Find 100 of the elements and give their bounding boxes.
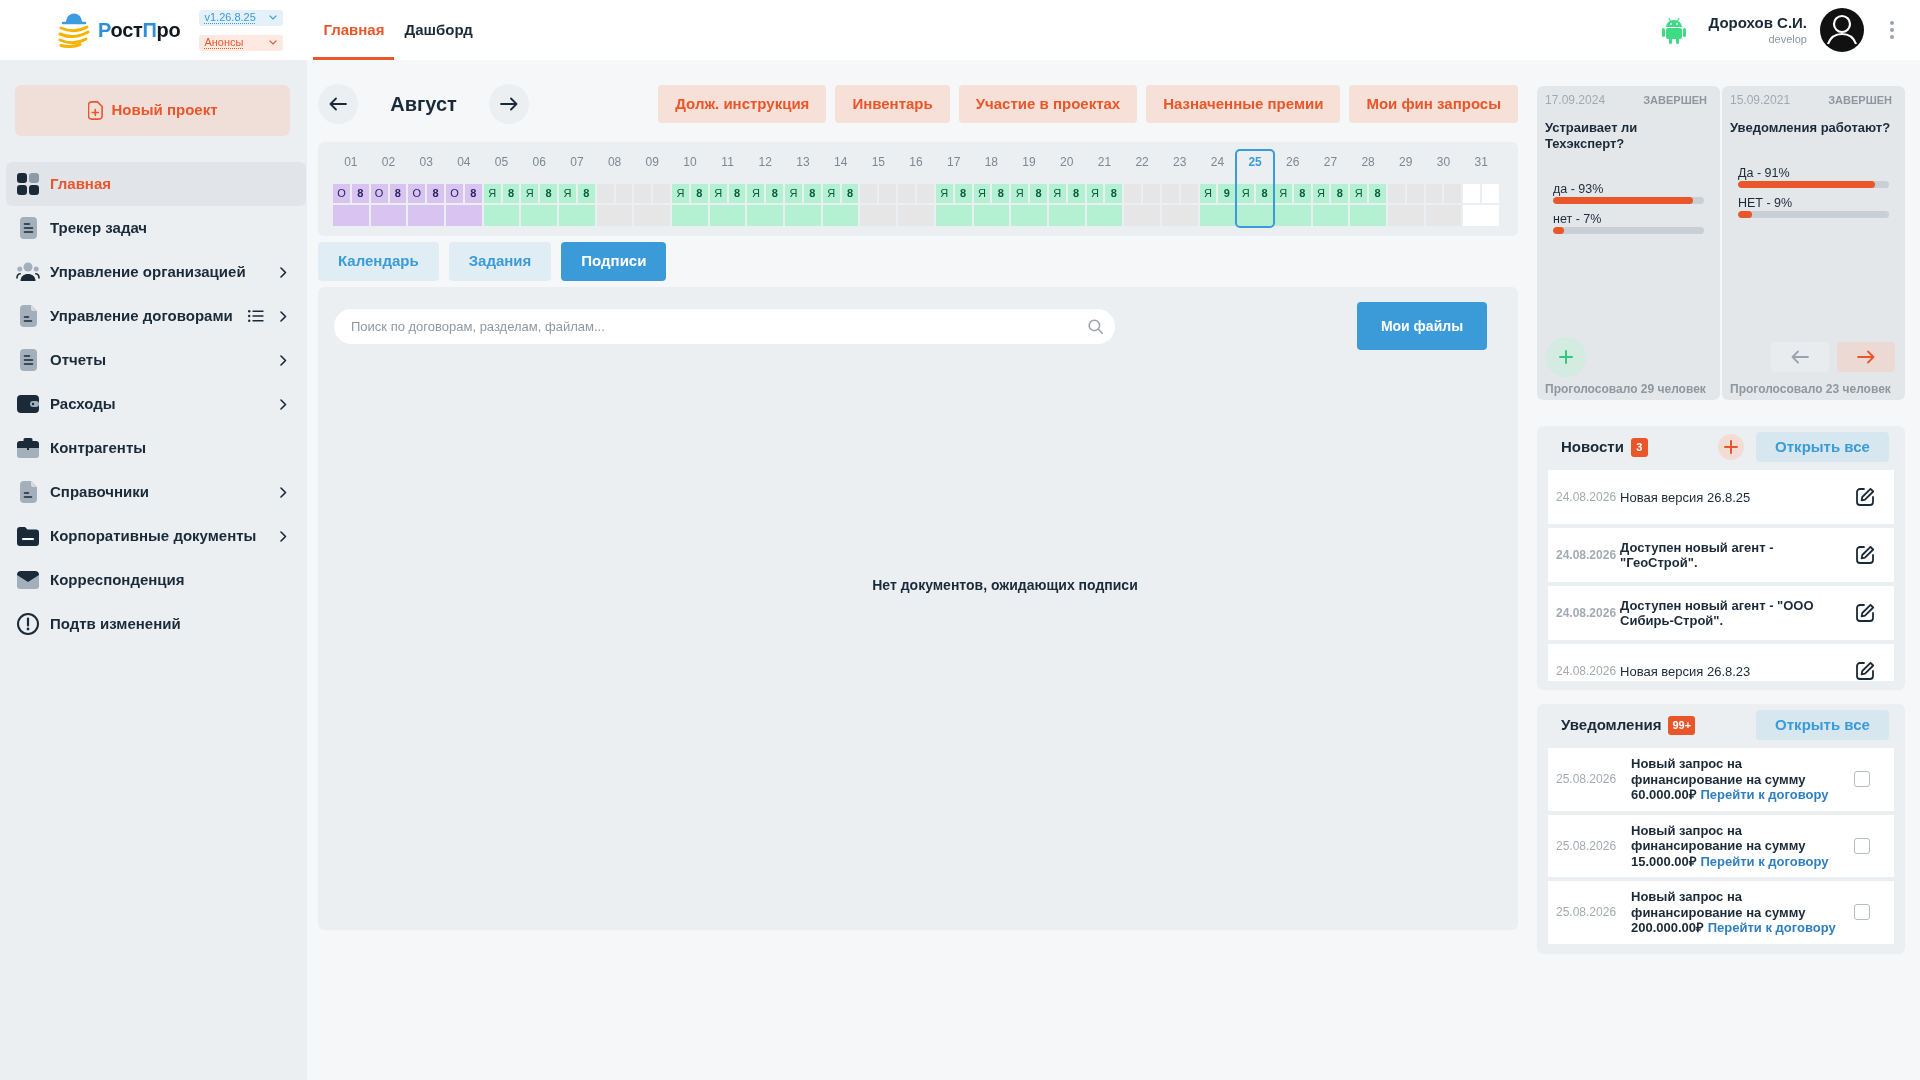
timesheet-cell: Я: [822, 184, 840, 203]
news-date: 24.08.2026: [1556, 547, 1617, 564]
previous-month-button[interactable]: [318, 84, 358, 124]
calendar-day[interactable]: 28 Я 8: [1350, 151, 1386, 226]
day-number: 18: [983, 154, 1000, 171]
sidebar-item[interactable]: Корреспонденция: [6, 558, 306, 602]
timesheet-cell: [634, 205, 671, 226]
search-field[interactable]: Поиск по договорам, разделам, файлам...: [334, 308, 1115, 344]
envelope-icon: [17, 571, 39, 589]
edit-icon[interactable]: [1855, 545, 1875, 565]
timesheet-cell: 8: [803, 184, 821, 203]
sidebar-item[interactable]: Справочники: [6, 470, 306, 514]
sidebar-item[interactable]: Контрагенты: [6, 426, 306, 470]
sidebar-item[interactable]: Трекер задач: [6, 206, 306, 250]
timesheet-cell: Я: [1199, 184, 1217, 203]
file-plus-icon: [87, 101, 103, 120]
calendar-day[interactable]: 14 Я 8: [822, 151, 859, 226]
add-news-button[interactable]: [1718, 434, 1744, 460]
day-number: 06: [531, 154, 547, 171]
calendar-day[interactable]: 13 Я 8: [785, 151, 821, 226]
day-number: 28: [1360, 154, 1376, 171]
sidebar-item[interactable]: Управление договорами: [6, 294, 306, 338]
calendar-day[interactable]: 04 О 8: [446, 151, 482, 226]
timesheet-cell: Я: [1048, 184, 1066, 203]
timesheet-cell: [747, 205, 784, 226]
count-badge: 3: [1630, 437, 1648, 457]
timesheet-cell: Я: [521, 184, 539, 203]
file-icon: [19, 305, 37, 327]
more-icon[interactable]: [1890, 21, 1894, 39]
checkbox[interactable]: [1854, 771, 1870, 788]
timesheet-cell: [559, 205, 595, 226]
nav-tab[interactable]: Дашборд: [394, 0, 483, 60]
calendar-day[interactable]: 05 Я 8: [483, 151, 520, 226]
calendar-day[interactable]: 01 О 8: [333, 151, 369, 226]
next-month-button[interactable]: [489, 84, 529, 124]
day-number: 07: [569, 154, 585, 171]
day-number: 13: [795, 154, 811, 171]
timesheet-cell: Я: [1011, 184, 1028, 203]
day-number: 25: [1247, 154, 1263, 171]
calendar-day[interactable]: 27 Я 8: [1312, 151, 1349, 226]
next-poll-button[interactable]: [1837, 342, 1895, 372]
calendar-day[interactable]: 06 Я 8: [521, 151, 558, 226]
calendar-day[interactable]: 17 Я 8: [935, 151, 972, 226]
timesheet-cell: [1274, 205, 1311, 226]
edit-icon[interactable]: [1855, 487, 1875, 507]
news-date: 24.08.2026: [1556, 489, 1617, 506]
avatar-icon[interactable]: [1820, 8, 1864, 52]
file-icon: [19, 481, 37, 503]
timesheet-cell: 8: [992, 184, 1010, 203]
chevron-down-icon: [269, 40, 278, 45]
calendar-day[interactable]: 18 Я 8: [973, 151, 1010, 226]
timesheet-cell: [935, 205, 972, 226]
timesheet-cell: 8: [427, 184, 445, 203]
checkbox[interactable]: [1854, 904, 1870, 921]
timesheet-cell: Я: [785, 184, 802, 203]
edit-icon[interactable]: [1855, 603, 1875, 623]
day-number: 15: [870, 154, 886, 171]
calendar-day[interactable]: 24 Я 9: [1199, 151, 1236, 226]
contract-link[interactable]: Перейти к договору: [1700, 853, 1829, 869]
timesheet-cell: Я: [747, 184, 765, 203]
news-item[interactable]: 24.08.2026 Доступен новый агент - "ООО Сибирь-Строй".: [1548, 586, 1894, 640]
sidebar-item[interactable]: Расходы: [6, 382, 306, 426]
timesheet-cell: О: [333, 184, 350, 203]
arrow-right-icon: [500, 97, 518, 111]
calendar-day[interactable]: 26 Я 8: [1274, 151, 1311, 226]
calendar-day[interactable]: 07 Я 8: [559, 151, 595, 226]
day-number: 19: [1021, 154, 1037, 171]
logo-text: РостПро: [98, 18, 181, 43]
timesheet-cell: 8: [1293, 184, 1311, 203]
calendar-day[interactable]: 21 Я 8: [1086, 151, 1123, 226]
edit-icon[interactable]: [1855, 661, 1875, 681]
timesheet-cell: [709, 205, 746, 226]
sidebar-item[interactable]: Подтв изменений: [6, 602, 306, 646]
sidebar-item[interactable]: Управление организацией: [6, 250, 306, 294]
sidebar-item[interactable]: Отчеты: [6, 338, 306, 382]
day-number: 08: [606, 154, 623, 171]
news-title: Новая версия 26.8.23: [1620, 663, 1752, 679]
day-number: 05: [493, 154, 510, 171]
timesheet-cell: 8: [1256, 184, 1273, 203]
contract-link[interactable]: Перейти к договору: [1700, 787, 1829, 802]
sidebar-item[interactable]: Корпоративные документы: [6, 514, 306, 558]
checkbox[interactable]: [1854, 837, 1870, 854]
nav-tab[interactable]: Главная: [313, 0, 395, 60]
news-item[interactable]: 24.08.2026 Новая версия 26.8.25: [1548, 470, 1894, 524]
day-number: 01: [343, 154, 359, 171]
timesheet-cell: Я: [1086, 184, 1104, 203]
calendar-day[interactable]: 10 Я 8: [672, 151, 708, 226]
calendar-day[interactable]: 03 О 8: [408, 151, 445, 226]
calendar-day[interactable]: 02 О 8: [370, 151, 407, 226]
calendar-day[interactable]: 25 Я 8: [1237, 151, 1273, 226]
calendar-day[interactable]: 20 Я 8: [1048, 151, 1085, 226]
panel-title: Новости: [1561, 436, 1624, 457]
calendar-day[interactable]: 11 Я 8: [709, 151, 746, 226]
news-item[interactable]: 24.08.2026 Новая версия 26.8.23: [1548, 644, 1894, 681]
timesheet-cell: Я: [672, 184, 689, 203]
contract-link[interactable]: Перейти к договору: [1707, 920, 1836, 935]
timesheet-cell: [1425, 205, 1462, 226]
calendar-day[interactable]: 12 Я 8: [747, 151, 784, 226]
list-icon[interactable]: [248, 310, 264, 322]
calendar-day[interactable]: 19 Я 8: [1011, 151, 1047, 226]
